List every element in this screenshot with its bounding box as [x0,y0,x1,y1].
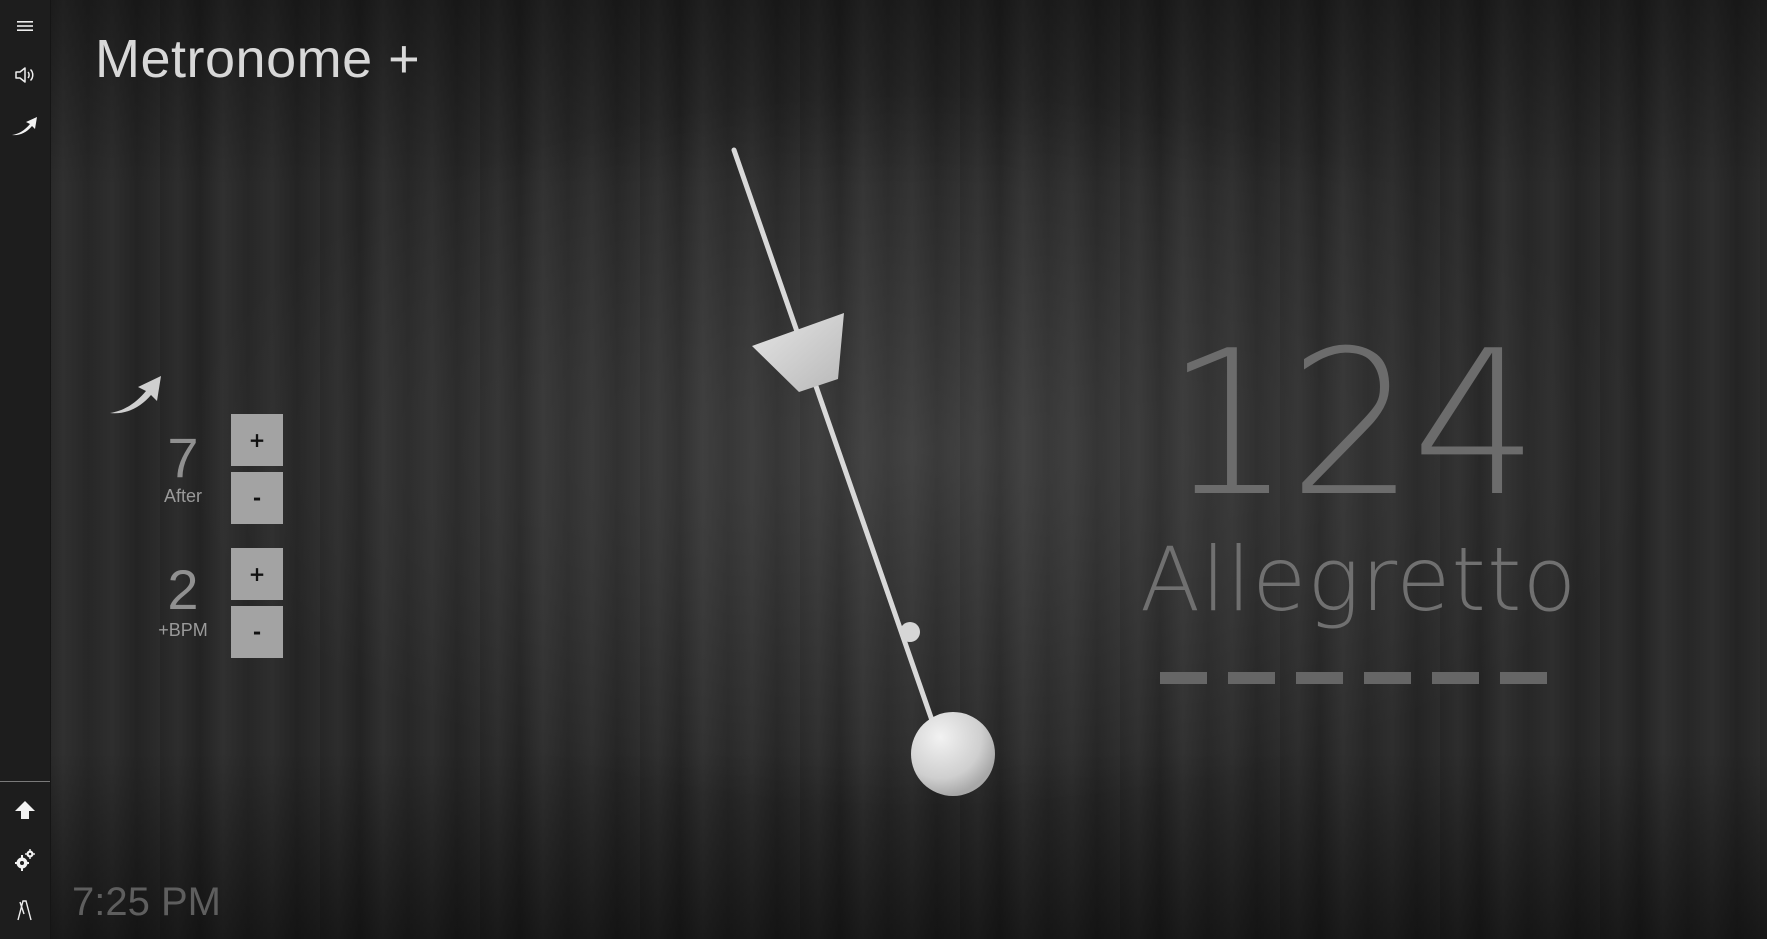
tempo-weight [752,313,844,392]
metronome-pendulum[interactable] [700,130,1020,814]
after-decrease-button[interactable]: - [231,472,283,524]
beat-marker [1364,672,1411,684]
bpm-display[interactable]: 124 [1140,325,1560,525]
ramp-up-arrow-icon [108,373,164,419]
beat-marker [1228,672,1275,684]
after-increase-button[interactable]: + [231,414,283,466]
beat-marker [1296,672,1343,684]
ramp-up-arrow-icon[interactable] [0,106,50,146]
increment-decrease-button[interactable]: - [231,606,283,658]
beat-indicator[interactable] [1160,672,1547,684]
ramp-after-label: After [163,486,202,506]
app-title: Metronome + [95,29,421,89]
ramp-increment-label: +BPM [158,620,208,640]
ramp-increment-value: 2 [167,558,199,621]
gear-icon[interactable] [0,840,50,880]
hamburger-menu-icon[interactable] [0,6,50,46]
ramp-after-value: 7 [167,426,199,489]
beat-marker [1160,672,1207,684]
beat-marker [1500,672,1547,684]
pendulum-rod [731,147,947,758]
sidebar-divider [0,781,50,782]
beat-marker [1432,672,1479,684]
pendulum-pivot [900,622,920,642]
clock-time: 7:25 PM [72,880,221,924]
increment-increase-button[interactable]: + [231,548,283,600]
upload-arrow-icon[interactable] [0,790,50,830]
metronome-icon[interactable] [0,890,50,930]
tempo-name: Allegretto [1140,528,1578,631]
pendulum-bob [911,712,995,796]
app-sidebar [0,0,51,939]
speaker-volume-icon[interactable] [0,55,50,95]
